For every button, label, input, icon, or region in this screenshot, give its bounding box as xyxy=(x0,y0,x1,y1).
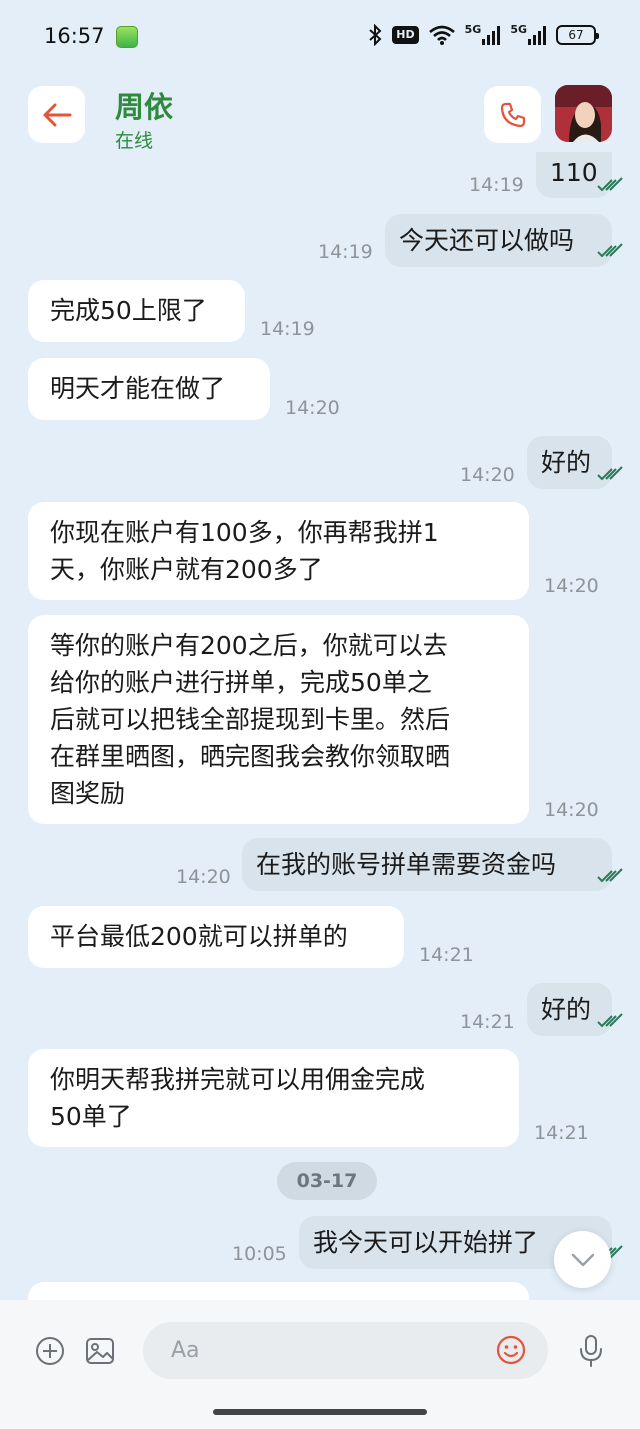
chat-header: 周依 在线 xyxy=(0,72,640,160)
signal-1-icon: 5G xyxy=(464,22,501,45)
scroll-to-bottom-button[interactable] xyxy=(554,1231,611,1288)
message-line: 在群里晒图，晒完图我会教你领取晒 xyxy=(50,742,451,771)
message-line: 给你的账户进行拼单，完成50单之 xyxy=(50,668,432,697)
emoji-icon xyxy=(496,1335,526,1365)
signal-2-icon: 5G xyxy=(510,22,546,45)
microphone-icon xyxy=(580,1335,602,1367)
input-bar xyxy=(0,1300,640,1429)
contact-status: 在线 xyxy=(115,130,154,152)
message-bubble: 明天才能在做了 xyxy=(28,358,270,420)
message-time: 14:19 xyxy=(260,318,315,340)
message-input-field[interactable] xyxy=(143,1322,548,1379)
status-icons: HD 5G 5G 67 xyxy=(368,22,599,46)
message-line: 图奖励 xyxy=(50,779,126,808)
message-bubble: 在我的账号拼单需要资金吗 xyxy=(242,838,612,891)
message-time: 14:20 xyxy=(544,575,599,597)
signal-1-label: 5G xyxy=(464,22,482,36)
message-time: 14:19 xyxy=(318,241,373,263)
read-ticks-icon xyxy=(597,1013,623,1028)
message-bubble: 完成50上限了 xyxy=(28,280,245,342)
message-input[interactable] xyxy=(171,1322,491,1379)
signal-2-label: 5G xyxy=(510,22,527,36)
read-ticks-icon xyxy=(597,177,623,192)
add-icon xyxy=(36,1337,64,1365)
message-bubble: 平台最低200就可以拼单的 xyxy=(28,906,404,968)
voice-message-button[interactable] xyxy=(576,1333,606,1369)
message-line: 你现在账户有100多，你再帮我拼1 xyxy=(50,518,439,547)
wifi-icon xyxy=(428,25,455,45)
message-line: 天，你账户就有200多了 xyxy=(50,555,323,584)
message-time: 14:19 xyxy=(469,174,524,196)
message-time: 14:21 xyxy=(460,1011,515,1033)
message-time: 14:20 xyxy=(285,397,340,419)
call-button[interactable] xyxy=(484,86,541,143)
contact-name[interactable]: 周依 xyxy=(115,84,173,126)
message-time: 14:20 xyxy=(544,799,599,821)
avatar[interactable] xyxy=(555,85,612,142)
home-indicator[interactable] xyxy=(213,1409,427,1415)
read-ticks-icon xyxy=(597,466,623,481)
date-divider: 03-17 xyxy=(277,1162,377,1200)
message-bubble: 你明天帮我拼完就可以用佣金完成 50单了 xyxy=(28,1049,519,1147)
app-notification-icon xyxy=(116,26,138,48)
message-line: 50单了 xyxy=(50,1102,132,1131)
status-bar: 16:57 HD 5G 5G 67 xyxy=(0,0,640,72)
message-time: 14:21 xyxy=(534,1122,589,1144)
message-time: 10:05 xyxy=(232,1243,287,1265)
chevron-down-icon xyxy=(571,1253,594,1266)
message-bubble: 等你的账户有200之后，你就可以去 给你的账户进行拼单，完成50单之 后就可以把… xyxy=(28,615,529,824)
bluetooth-icon xyxy=(368,24,382,46)
add-attachment-button[interactable] xyxy=(34,1335,66,1367)
back-button[interactable] xyxy=(28,86,85,143)
message-line: 等你的账户有200之后，你就可以去 xyxy=(50,631,448,660)
message-time: 14:21 xyxy=(419,944,474,966)
message-line: 后就可以把钱全部提现到卡里。然后 xyxy=(50,705,451,734)
message-bubble: 你现在账户有100多，你再帮我拼1 天，你账户就有200多了 xyxy=(28,502,529,600)
message-line: 你明天帮我拼完就可以用佣金完成 xyxy=(50,1065,426,1094)
hd-voice-icon: HD xyxy=(392,26,419,44)
message-bubble-partial xyxy=(28,1282,529,1300)
message-time: 14:20 xyxy=(460,464,515,486)
status-time: 16:57 xyxy=(44,24,105,48)
message-list[interactable]: 14:19 110 14:19 今天还可以做吗 完成50上限了 14:19 明天… xyxy=(0,152,640,1300)
message-time: 14:20 xyxy=(176,866,231,888)
message-bubble: 今天还可以做吗 xyxy=(385,214,612,267)
image-icon xyxy=(86,1338,114,1364)
image-button[interactable] xyxy=(84,1335,116,1367)
read-ticks-icon xyxy=(597,243,623,258)
emoji-button[interactable] xyxy=(495,1334,527,1366)
battery-icon: 67 xyxy=(556,25,599,45)
back-arrow-icon xyxy=(43,103,71,126)
phone-icon xyxy=(500,102,525,127)
read-ticks-icon xyxy=(597,868,623,883)
